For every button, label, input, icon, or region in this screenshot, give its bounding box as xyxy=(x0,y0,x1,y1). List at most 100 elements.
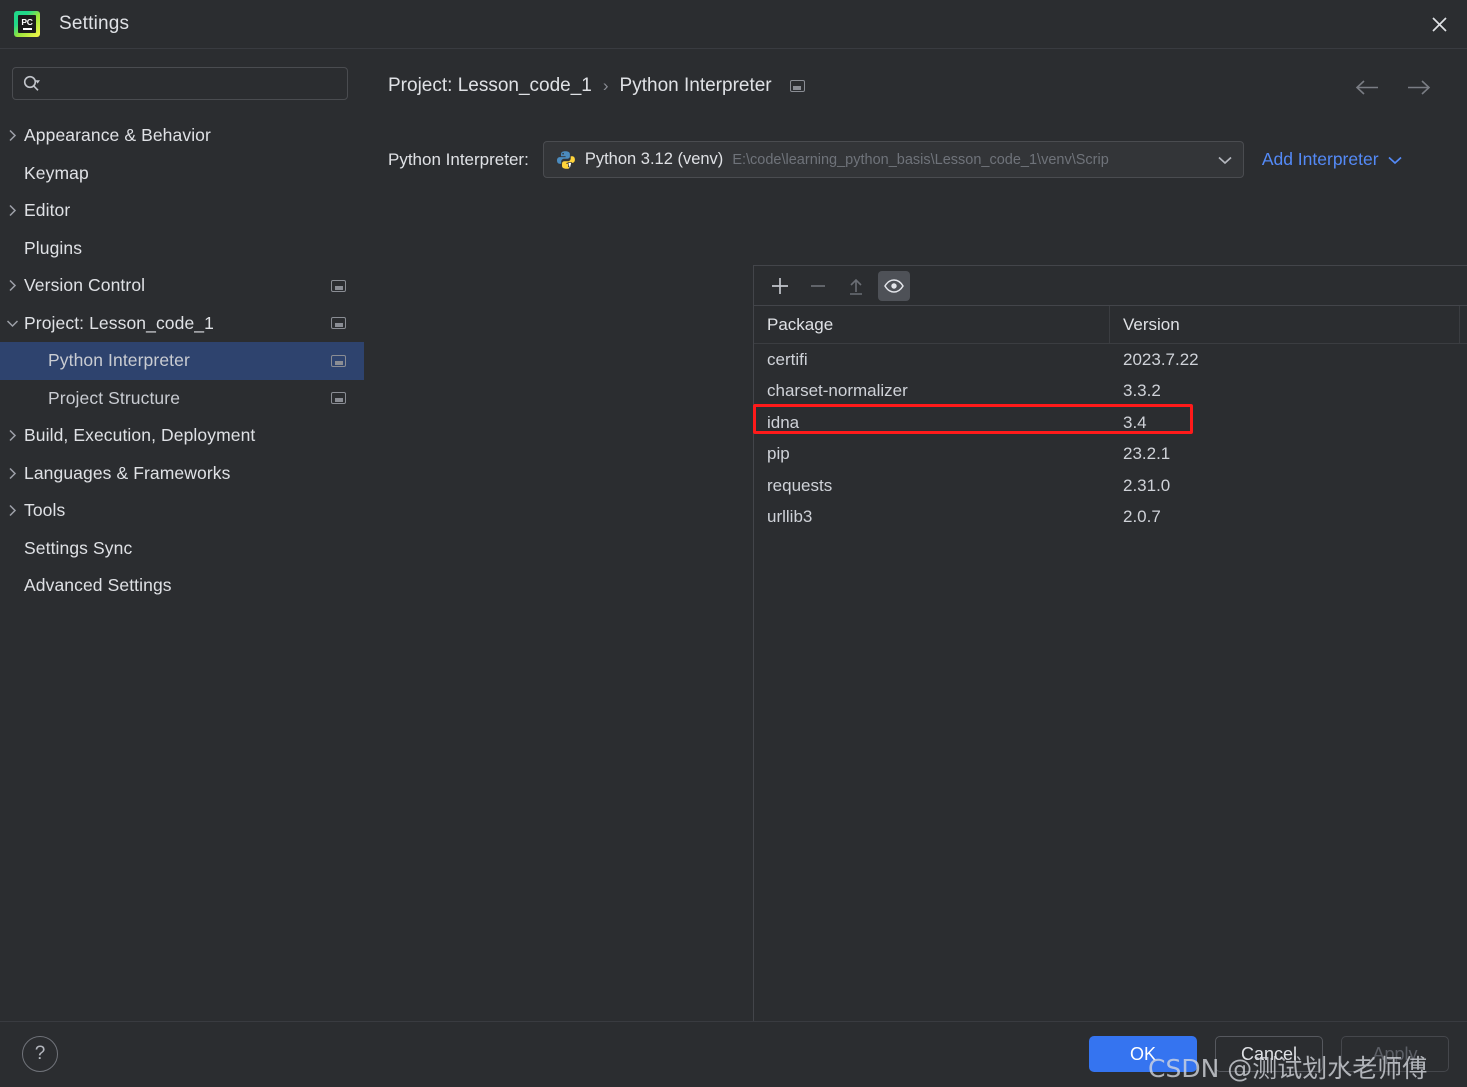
table-row[interactable]: charset-normalizer 3.3.2 xyxy=(754,376,1467,408)
chevron-right-icon[interactable] xyxy=(0,204,24,217)
sidebar-item-label: Languages & Frameworks xyxy=(24,462,231,483)
breadcrumb-project[interactable]: Project: Lesson_code_1 xyxy=(388,75,592,97)
dialog-footer: ? OK Cancel Apply xyxy=(0,1021,1467,1087)
project-scope-icon xyxy=(331,317,346,330)
sidebar-item-languages-frameworks[interactable]: Languages & Frameworks xyxy=(0,455,364,493)
cell-package: urllib3 xyxy=(767,507,813,527)
upgrade-package-button[interactable] xyxy=(840,271,872,301)
cell-version: 3.4 xyxy=(1123,412,1147,432)
arrow-right-icon[interactable] xyxy=(1406,79,1432,96)
cell-version: 3.3.2 xyxy=(1123,381,1161,401)
add-interpreter-label: Add Interpreter xyxy=(1261,149,1379,169)
sidebar-item-version-control[interactable]: Version Control xyxy=(0,267,364,305)
sidebar-item-editor[interactable]: Editor xyxy=(0,192,364,230)
packages-panel: Package Version Latest version certifi 20… xyxy=(753,265,1467,1039)
pycharm-logo-icon: PC xyxy=(14,11,40,37)
project-scope-icon xyxy=(331,354,346,367)
sidebar-item-label: Settings Sync xyxy=(24,537,133,558)
sidebar-item-label: Project Structure xyxy=(48,387,181,408)
packages-table-body: certifi 2023.7.22 charset-normalizer 3.3.2 i… xyxy=(754,344,1467,533)
interpreter-path: E:\code\learning_python_basis\Lesson_cod… xyxy=(732,151,1109,168)
chevron-down-icon[interactable] xyxy=(0,319,24,328)
arrow-left-icon[interactable] xyxy=(1354,79,1380,96)
table-row[interactable]: certifi 2023.7.22 xyxy=(754,344,1467,376)
sidebar-item-keymap[interactable]: Keymap xyxy=(0,155,364,193)
table-row[interactable]: idna 3.4 xyxy=(754,407,1467,439)
table-row[interactable]: urllib3 2.0.7 xyxy=(754,502,1467,534)
cell-package: certifi xyxy=(767,349,808,369)
cell-version: 2.31.0 xyxy=(1123,475,1171,495)
add-package-button[interactable] xyxy=(764,271,796,301)
title-bar: PC Settings xyxy=(0,0,1467,49)
chevron-right-icon[interactable] xyxy=(0,467,24,480)
remove-package-button[interactable] xyxy=(802,271,834,301)
search-box[interactable] xyxy=(12,67,348,100)
project-scope-icon xyxy=(331,279,346,292)
pycharm-logo-text: PC xyxy=(21,16,33,27)
column-header-latest-version[interactable]: Latest version xyxy=(1460,306,1467,343)
sidebar-item-plugins[interactable]: Plugins xyxy=(0,230,364,268)
interpreter-row: Python Interpreter: Python 3.12 (venv) E… xyxy=(388,141,1443,178)
dialog-buttons: OK Cancel Apply xyxy=(1089,1036,1449,1072)
sidebar-item-appearance-behavior[interactable]: Appearance & Behavior xyxy=(0,117,364,155)
search-input[interactable] xyxy=(47,75,338,92)
cell-package: requests xyxy=(767,475,833,495)
sidebar-item-build-execution-deployment[interactable]: Build, Execution, Deployment xyxy=(0,417,364,455)
search-icon xyxy=(22,74,41,93)
sidebar-item-label: Editor xyxy=(24,200,71,221)
packages-table-header: Package Version Latest version xyxy=(754,306,1467,344)
sidebar-item-advanced-settings[interactable]: Advanced Settings xyxy=(0,567,364,605)
ok-button[interactable]: OK xyxy=(1089,1036,1197,1072)
sidebar-item-label: Tools xyxy=(24,500,66,521)
cancel-button[interactable]: Cancel xyxy=(1215,1036,1323,1072)
cell-version: 2.0.7 xyxy=(1123,507,1161,527)
sidebar-item-label: Build, Execution, Deployment xyxy=(24,425,256,446)
sidebar-item-label: Plugins xyxy=(24,237,83,258)
column-header-package[interactable]: Package xyxy=(754,306,1110,343)
cell-package: charset-normalizer xyxy=(767,381,908,401)
close-icon[interactable] xyxy=(1411,0,1467,48)
python-venv-icon xyxy=(556,150,576,171)
sidebar-item-settings-sync[interactable]: Settings Sync xyxy=(0,530,364,568)
interpreter-name: Python 3.12 (venv) xyxy=(584,150,724,168)
interpreter-label: Python Interpreter: xyxy=(388,149,529,169)
packages-toolbar xyxy=(754,266,1467,306)
table-row[interactable]: pip 23.2.1 xyxy=(754,439,1467,471)
apply-button[interactable]: Apply xyxy=(1341,1036,1449,1072)
cell-package: pip xyxy=(767,444,790,464)
sidebar-item-project-structure[interactable]: Project Structure xyxy=(0,380,364,418)
help-button[interactable]: ? xyxy=(22,1036,58,1072)
chevron-right-icon[interactable] xyxy=(0,429,24,442)
column-header-version[interactable]: Version xyxy=(1110,306,1460,343)
settings-sidebar: Appearance & Behavior Keymap Editor Plugins… xyxy=(0,49,364,1021)
project-scope-icon xyxy=(331,392,346,405)
cell-version: 23.2.1 xyxy=(1123,444,1171,464)
interpreter-select[interactable]: Python 3.12 (venv) E:\code\learning_pyth… xyxy=(542,141,1244,178)
breadcrumb-current: Python Interpreter xyxy=(619,75,772,96)
chevron-down-icon[interactable] xyxy=(1217,155,1233,165)
sidebar-item-project-lesson-code-1[interactable]: Project: Lesson_code_1 xyxy=(0,305,364,343)
sidebar-item-label: Python Interpreter xyxy=(48,350,190,371)
breadcrumb: Project: Lesson_code_1 › Python Interpre… xyxy=(388,75,805,97)
add-interpreter-button[interactable]: Add Interpreter xyxy=(1262,149,1403,170)
window-title: Settings xyxy=(59,13,130,34)
sidebar-item-label: Project: Lesson_code_1 xyxy=(24,312,214,333)
show-early-releases-button[interactable] xyxy=(878,270,910,301)
sidebar-item-python-interpreter[interactable]: Python Interpreter xyxy=(0,342,364,380)
sidebar-item-label: Keymap xyxy=(24,162,89,183)
cell-version: 2023.7.22 xyxy=(1123,349,1199,369)
table-row[interactable]: requests 2.31.0 xyxy=(754,470,1467,502)
sidebar-item-label: Version Control xyxy=(24,275,146,296)
sidebar-item-label: Appearance & Behavior xyxy=(24,125,211,146)
chevron-right-icon[interactable] xyxy=(0,279,24,292)
chevron-right-icon[interactable] xyxy=(0,504,24,517)
breadcrumb-separator: › xyxy=(602,76,609,95)
settings-main-panel: Project: Lesson_code_1 › Python Interpre… xyxy=(364,49,1467,1039)
chevron-down-icon xyxy=(1387,155,1403,165)
sidebar-item-tools[interactable]: Tools xyxy=(0,492,364,530)
sidebar-item-label: Advanced Settings xyxy=(24,575,172,596)
settings-dialog: PC Settings Appearance & Behavior Keymap… xyxy=(0,0,1467,1087)
chevron-right-icon[interactable] xyxy=(0,129,24,142)
project-scope-icon xyxy=(789,80,805,92)
navigation-arrows xyxy=(1354,79,1432,96)
